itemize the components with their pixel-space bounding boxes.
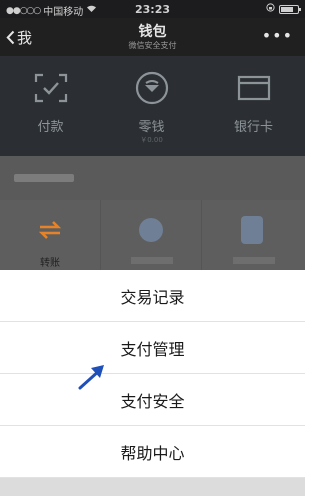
status-bar: ●●○○○ 中国移动 23:23 — [0, 0, 305, 18]
more-button[interactable]: ••• — [262, 26, 293, 45]
page-title: 钱包 — [138, 24, 167, 40]
sheet-item-transaction-records[interactable]: 交易记录 — [0, 270, 305, 322]
more-icon: ••• — [261, 26, 293, 45]
sheet-item-help-center[interactable]: 帮助中心 — [0, 426, 305, 478]
blurred-service-icon — [139, 218, 163, 242]
blurred-service-icon — [241, 216, 263, 244]
transfer-icon — [38, 221, 62, 239]
service-blurred-2[interactable] — [203, 200, 304, 270]
status-time: 23:23 — [134, 3, 170, 16]
wallet-panel: 付款 零钱 ￥0.00 银行卡 — [0, 56, 305, 156]
wallet-item-bank-card[interactable]: 银行卡 — [203, 70, 304, 135]
annotation-arrow-icon — [78, 365, 104, 390]
service-label: 转账 — [40, 258, 60, 269]
blurred-service-label — [131, 257, 173, 264]
change-balance: ￥0.00 — [140, 136, 163, 144]
sheet-item-label: 交易记录 — [120, 287, 185, 307]
page-subtitle: 微信安全支付 — [128, 41, 177, 50]
section-header — [0, 156, 305, 200]
blurred-service-label — [233, 257, 275, 264]
lock-rotation-icon — [266, 3, 275, 15]
sheet-bottom-strip — [0, 478, 305, 496]
wallet-item-label: 付款 — [37, 120, 64, 135]
sheet-item-label: 帮助中心 — [120, 443, 185, 463]
sheet-item-label: 支付安全 — [120, 391, 185, 411]
sheet-item-payment-security[interactable]: 支付安全 — [0, 374, 305, 426]
sheet-item-payment-management[interactable]: 支付管理 — [0, 322, 305, 374]
service-blurred-1[interactable] — [101, 200, 202, 270]
wallet-item-pay[interactable]: 付款 — [0, 70, 101, 135]
scan-pay-icon — [33, 70, 69, 106]
wallet-item-label: 银行卡 — [233, 120, 273, 135]
sheet-item-label: 支付管理 — [120, 339, 185, 359]
status-right — [266, 3, 301, 15]
wallet-item-change[interactable]: 零钱 ￥0.00 — [101, 70, 202, 145]
nav-bar: 我 钱包 微信安全支付 ••• — [0, 18, 305, 56]
action-sheet: 交易记录 支付管理 支付安全 帮助中心 — [0, 270, 305, 496]
battery-icon — [279, 4, 301, 14]
change-icon — [134, 70, 170, 106]
service-transfer[interactable]: 转账 — [0, 200, 101, 270]
wallet-item-label: 零钱 — [138, 120, 165, 135]
service-grid: 转账 — [0, 200, 305, 270]
section-title-blurred — [14, 174, 74, 182]
bank-card-icon — [236, 70, 272, 106]
